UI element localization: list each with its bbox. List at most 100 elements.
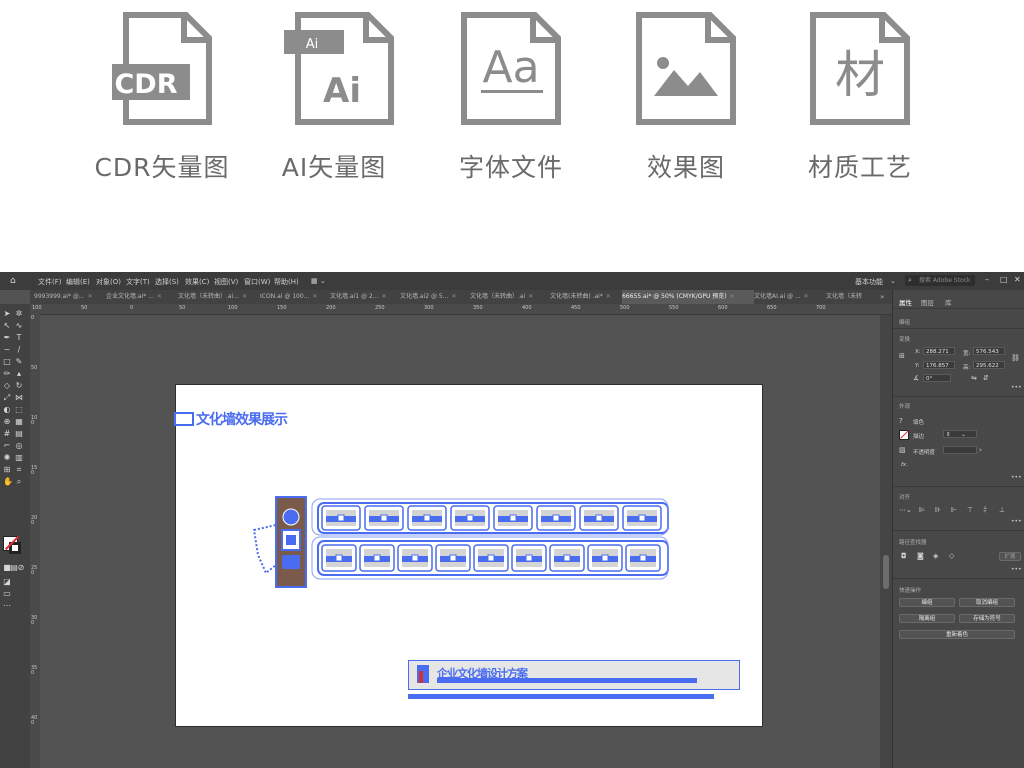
isolate-group-button[interactable]: 隔离组: [899, 614, 955, 623]
more-options-icon[interactable]: •••: [1011, 384, 1022, 391]
doc-tab[interactable]: 文化墙(未转曲) .ai* ✕: [550, 290, 622, 304]
artboard-tool-icon[interactable]: ⊞: [3, 466, 11, 474]
direct-selection-tool-icon[interactable]: ↖: [3, 322, 11, 330]
flip-vertical-icon[interactable]: ⇵: [983, 374, 989, 382]
top-wall-panel[interactable]: [364, 505, 404, 531]
opacity-field[interactable]: [943, 446, 977, 454]
paintbrush-tool-icon[interactable]: ✎: [15, 358, 23, 366]
top-wall-panel[interactable]: [321, 505, 361, 531]
gradient-tool-icon[interactable]: ▤: [15, 430, 23, 438]
bottom-wall-panel[interactable]: [549, 544, 585, 572]
bottom-wall-panel[interactable]: [359, 544, 395, 572]
unite-icon[interactable]: ◘: [901, 552, 907, 560]
warp-tool-icon[interactable]: ◐: [3, 406, 11, 414]
artboard-title-text[interactable]: 文化墙效果展示: [196, 409, 288, 429]
screen-mode-icon[interactable]: ▭: [3, 590, 11, 598]
more-options-icon[interactable]: •••: [1011, 566, 1022, 573]
menu-type[interactable]: 文字(T): [126, 277, 150, 287]
wall-pillar[interactable]: [252, 496, 307, 588]
flip-horizontal-icon[interactable]: ⇋: [971, 374, 977, 382]
draw-mode-icon[interactable]: ◪: [3, 578, 11, 586]
shaper-tool-icon[interactable]: ▴: [15, 370, 23, 378]
close-button[interactable]: ✕: [1014, 275, 1021, 284]
none-mode-icon[interactable]: ⊘: [17, 564, 25, 572]
doc-tab-active[interactable]: 66655.ai* @ 50% (CMYK/GPU 预览) ✕: [622, 290, 754, 304]
rotate-tool-icon[interactable]: ↻: [15, 382, 23, 390]
y-field[interactable]: 176.857: [923, 361, 955, 369]
home-icon[interactable]: ⌂: [10, 276, 20, 286]
exclude-icon[interactable]: ◇: [949, 552, 954, 560]
top-wall-panel[interactable]: [407, 505, 447, 531]
edit-group-button[interactable]: 编组: [899, 598, 955, 607]
pen-tool-icon[interactable]: ✒: [3, 334, 11, 342]
doc-tab[interactable]: 文化墙.ai2 @ 5... ✕: [400, 290, 470, 304]
doc-tab[interactable]: 文化墙.ai1 @ 2... ✕: [330, 290, 400, 304]
menu-view[interactable]: 视图(V): [214, 277, 238, 287]
zoom-tool-icon[interactable]: ⌕: [15, 478, 23, 486]
minus-front-icon[interactable]: ◙: [917, 552, 924, 560]
menu-window[interactable]: 窗口(W): [244, 277, 270, 287]
tab-layers[interactable]: 图层: [921, 297, 934, 307]
bottom-wall-panel[interactable]: [587, 544, 623, 572]
edit-toolbar-icon[interactable]: ⋯: [3, 602, 11, 610]
title-selection-box[interactable]: [174, 412, 194, 426]
link-proportions-icon[interactable]: ⛓: [1011, 354, 1020, 362]
align-to-icon[interactable]: ⋯⌄: [899, 506, 912, 514]
menu-edit[interactable]: 编辑(E): [66, 277, 90, 287]
bottom-wall-panel[interactable]: [397, 544, 433, 572]
chevron-down-icon[interactable]: ⌄: [890, 277, 896, 285]
symbol-sprayer-tool-icon[interactable]: ✺: [3, 454, 11, 462]
doc-tab[interactable]: 企业文化墙.ai* ... ✕: [106, 290, 178, 304]
selection-tool-icon[interactable]: ➤: [3, 310, 11, 318]
pencil-tool-icon[interactable]: ✏: [3, 370, 11, 378]
doc-tab[interactable]: 文化墙（未转: [826, 290, 878, 304]
scale-tool-icon[interactable]: ⤢: [3, 394, 11, 402]
more-options-icon[interactable]: •••: [1011, 474, 1022, 481]
top-wall-panel[interactable]: [536, 505, 576, 531]
x-field[interactable]: 288.271: [923, 347, 955, 355]
align-hcenter-icon[interactable]: ⊪: [935, 506, 941, 514]
doc-tab[interactable]: 9993999.ai* @... ✕: [34, 290, 106, 304]
align-bottom-icon[interactable]: ⊥: [999, 506, 1005, 514]
canvas-area[interactable]: 文化墙效果展示 企业文化墙设计方案: [40, 315, 892, 768]
curvature-tool-icon[interactable]: ~: [3, 346, 11, 354]
reference-point-icon[interactable]: ⊞: [899, 352, 905, 360]
tab-libraries[interactable]: 库: [945, 297, 952, 307]
width-tool-icon[interactable]: ⋈: [15, 394, 23, 402]
eyedropper-tool-icon[interactable]: ⌐: [3, 442, 11, 450]
doc-tab[interactable]: 文化墙AI.ai @ ... ✕: [754, 290, 826, 304]
menu-object[interactable]: 对象(O): [96, 277, 121, 287]
align-vcenter-icon[interactable]: ⫩: [983, 506, 987, 515]
menu-effect[interactable]: 效果(C): [185, 277, 209, 287]
minimize-button[interactable]: –: [985, 275, 989, 284]
align-top-icon[interactable]: ⊤: [967, 506, 973, 514]
workspace-switcher[interactable]: 基本功能: [855, 277, 883, 287]
height-field[interactable]: 295.622: [973, 361, 1005, 369]
fill-stroke-swatch[interactable]: [3, 535, 25, 558]
blend-tool-icon[interactable]: ◎: [15, 442, 23, 450]
mesh-tool-icon[interactable]: #: [3, 430, 11, 438]
rectangle-tool-icon[interactable]: □: [3, 358, 11, 366]
more-options-icon[interactable]: •••: [1011, 518, 1022, 525]
ungroup-button[interactable]: 取消编组: [959, 598, 1015, 607]
magic-wand-tool-icon[interactable]: ✲: [15, 310, 23, 318]
save-as-symbol-button[interactable]: 存储为符号: [959, 614, 1015, 623]
stroke-color-swatch[interactable]: [899, 430, 909, 440]
vertical-scrollbar[interactable]: [880, 315, 892, 768]
culture-wall-group[interactable]: [246, 495, 671, 595]
stock-search-field[interactable]: ⌕ 搜索 Adobe Stock: [905, 275, 975, 286]
shape-builder-tool-icon[interactable]: ⊕: [3, 418, 11, 426]
bottom-wall-panel[interactable]: [473, 544, 509, 572]
bottom-text-frame[interactable]: 企业文化墙设计方案: [408, 660, 740, 690]
type-tool-icon[interactable]: T: [15, 334, 23, 342]
graph-tool-icon[interactable]: ▥: [15, 454, 23, 462]
opacity-arrow-icon[interactable]: ›: [979, 446, 982, 454]
more-tabs-icon[interactable]: »: [880, 290, 884, 304]
stroke-weight-field[interactable]: ⇕ ⌄: [943, 430, 977, 438]
bottom-wall-panel[interactable]: [625, 544, 661, 572]
menu-help[interactable]: 帮助(H): [274, 277, 299, 287]
align-right-icon[interactable]: ⊩: [951, 506, 957, 514]
top-wall-panel[interactable]: [579, 505, 619, 531]
top-wall-panel[interactable]: [622, 505, 662, 531]
eraser-tool-icon[interactable]: ◇: [3, 382, 11, 390]
